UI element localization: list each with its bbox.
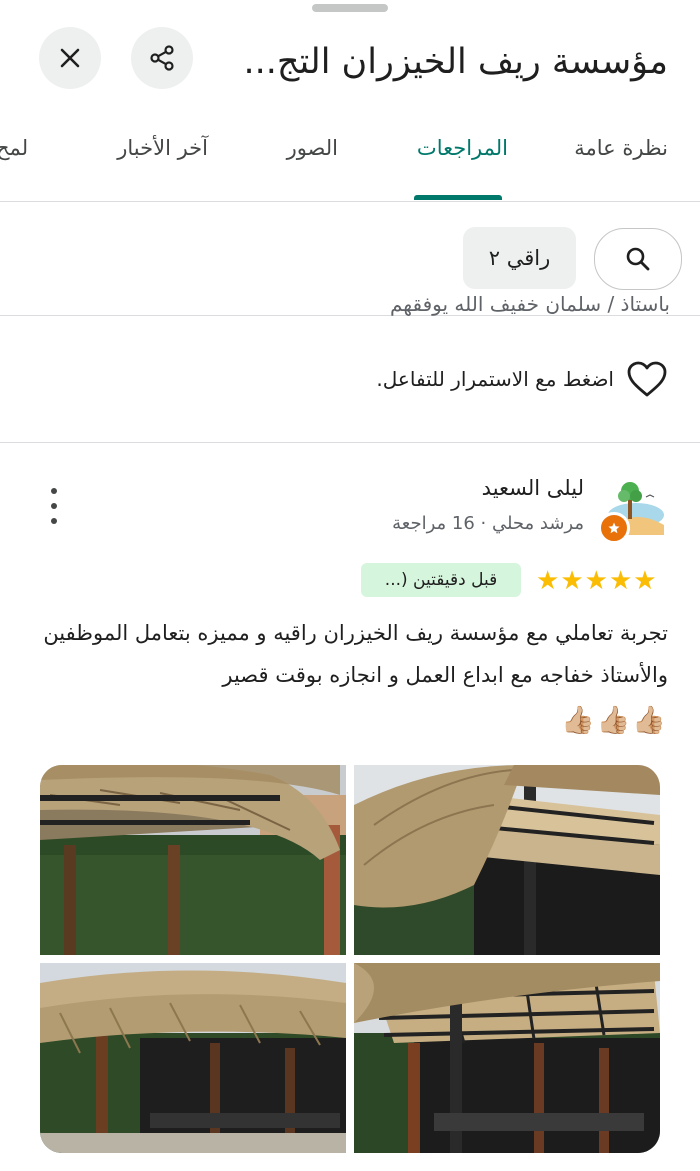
filter-chip[interactable]: راقي ٢ (463, 227, 576, 289)
close-icon (60, 48, 80, 68)
review-time-badge: قبل دقيقتين (... (361, 563, 521, 597)
tab-photos[interactable]: الصور (287, 136, 338, 160)
star-icon: ★ (584, 566, 608, 596)
previous-review-text: باستاذ / سلمان خفيف الله يوفقهم (389, 296, 670, 316)
star-icon: ★ (633, 566, 657, 596)
tab-updates[interactable]: آخر الأخبار (117, 136, 208, 160)
share-icon (150, 45, 174, 71)
share-button[interactable] (131, 27, 193, 89)
search-reviews-button[interactable] (594, 228, 682, 290)
review-photo[interactable] (40, 963, 346, 1153)
tab-bar: نظرة عامة المراجعات الصور آخر الأخبار لم… (0, 122, 700, 202)
review-photo[interactable] (354, 765, 660, 955)
review-photo[interactable] (40, 765, 346, 955)
heart-icon (627, 361, 667, 397)
active-tab-indicator (414, 195, 502, 200)
review-text: تجربة تعاملي مع مؤسسة ريف الخيزران راقيه… (43, 621, 668, 687)
reviewer-meta: مرشد محلي · 16 مراجعة (392, 513, 584, 534)
close-button[interactable] (39, 27, 101, 89)
divider (0, 442, 700, 443)
review-photo[interactable] (354, 963, 660, 1153)
review-emoji: 👍🏼👍🏼👍🏼 (561, 705, 668, 736)
search-icon (626, 247, 650, 271)
more-options-icon[interactable] (44, 488, 64, 524)
tab-reviews[interactable]: المراجعات (417, 136, 508, 160)
reviewer-name[interactable]: ليلى السعيد (482, 476, 584, 500)
divider (0, 201, 700, 202)
star-rating: ★ ★ ★ ★ ★ (536, 567, 657, 595)
tab-more[interactable]: لمح (0, 136, 28, 160)
star-icon: ★ (560, 566, 584, 596)
like-button[interactable]: اضغط مع الاستمرار للتفاعل. (376, 360, 668, 398)
star-icon: ★ (608, 566, 633, 596)
engage-hint: اضغط مع الاستمرار للتفاعل. (376, 367, 614, 391)
sheet-drag-handle[interactable] (312, 4, 388, 12)
star-icon: ★ (536, 566, 560, 596)
star-badge-icon (608, 522, 620, 534)
page-title: مؤسسة ريف الخيزران التج... (243, 42, 669, 82)
local-guide-badge (598, 512, 630, 544)
tab-overview[interactable]: نظرة عامة (574, 136, 668, 160)
